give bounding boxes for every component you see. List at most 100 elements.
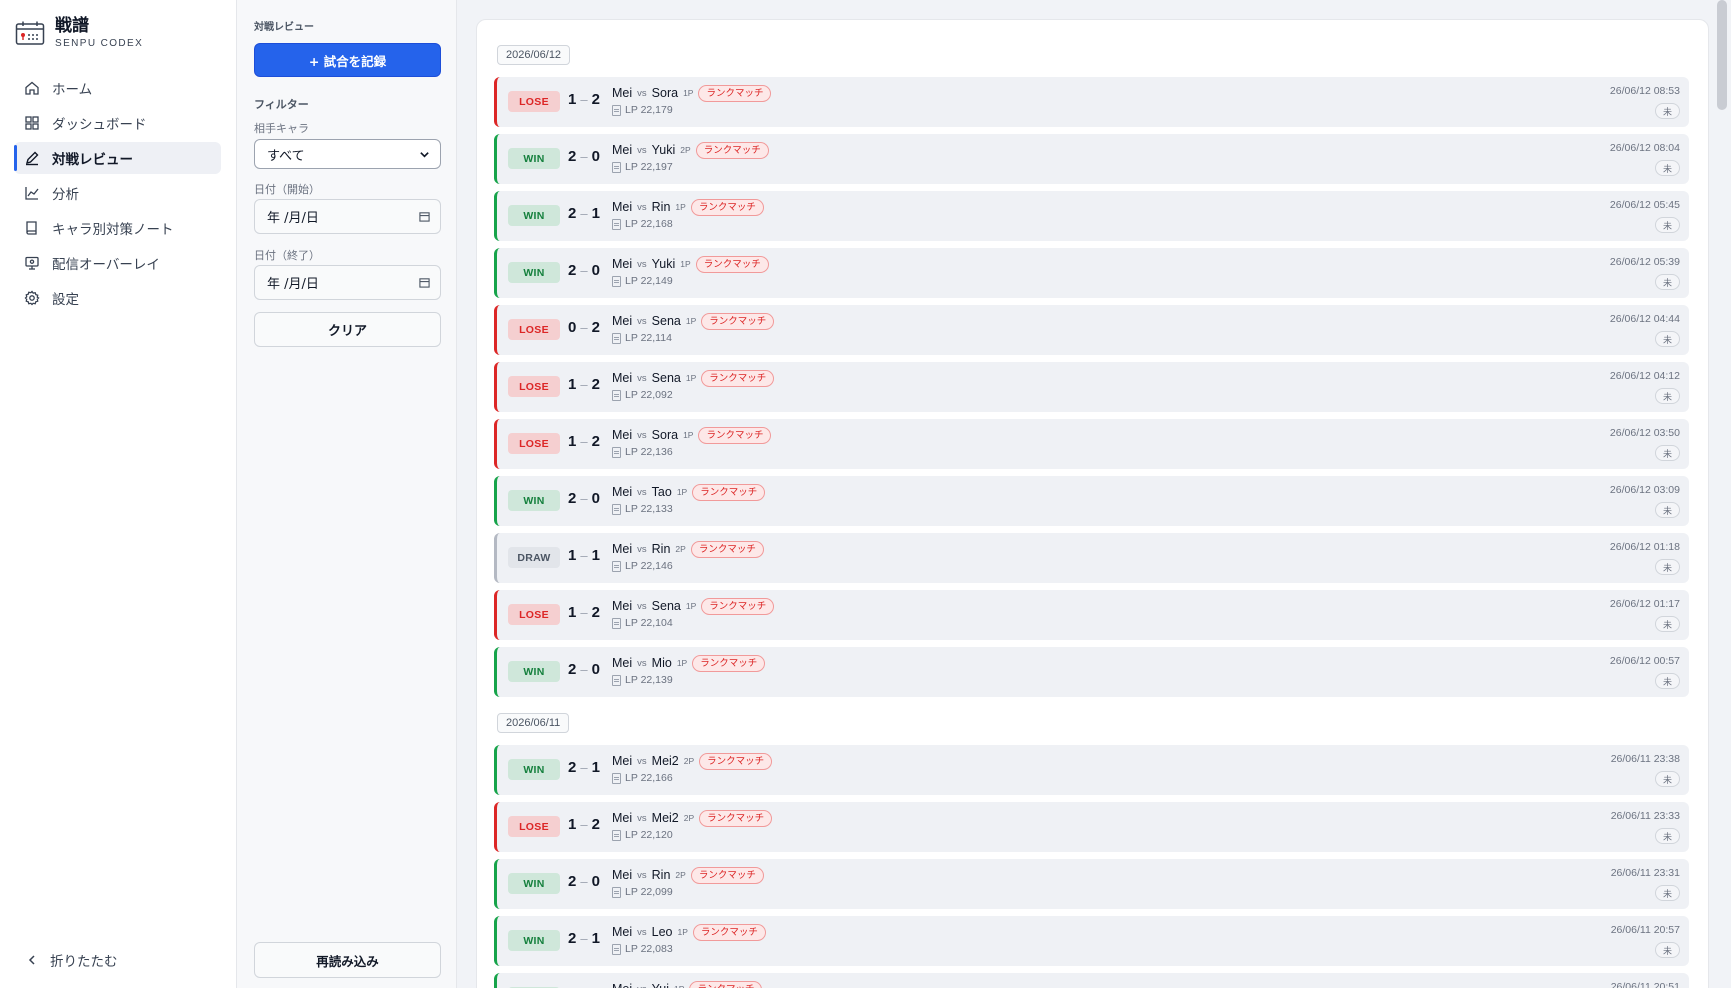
match-timestamp: 26/06/12 05:45 — [1609, 199, 1680, 211]
collapse-button[interactable]: 折りたたむ — [26, 950, 118, 970]
match-row[interactable]: LOSE 1 – 2 Mei vs Sora 1P ランクマッチ LP 22,1… — [494, 77, 1689, 127]
match-type-tag: ランクマッチ — [701, 597, 775, 615]
match-type-tag: ランクマッチ — [701, 369, 775, 387]
match-score: 0 – 2 — [568, 319, 600, 336]
match-row[interactable]: LOSE 1 – 2 Mei vs Sora 1P ランクマッチ LP 22,1… — [494, 419, 1689, 469]
match-row[interactable]: LOSE 1 – 2 Mei vs Sena 1P ランクマッチ LP 22,0… — [494, 362, 1689, 412]
date-end-value: 年 /月/日 — [267, 277, 319, 292]
match-score: 2 – 0 — [568, 661, 600, 678]
match-row[interactable]: LOSE 0 – 2 Mei vs Sena 1P ランクマッチ LP 22,1… — [494, 305, 1689, 355]
side-label: 2P — [675, 544, 686, 554]
chart-line-icon — [25, 187, 39, 200]
match-row[interactable]: WIN 2 – 0 Mei vs Yui 1P ランクマッチ 26/06 — [494, 973, 1689, 988]
sidebar-item-settings[interactable]: 設定 — [14, 282, 221, 314]
opponent-name: Rin — [651, 200, 671, 214]
add-match-button[interactable]: + 試合を記録 — [254, 43, 441, 77]
app-subtitle: SENPU CODEX — [55, 38, 144, 49]
sidebar-item-dashboard[interactable]: ダッシュボード — [14, 107, 221, 139]
score-opponent: 0 — [591, 490, 600, 507]
player-name: Mei — [612, 868, 633, 882]
sidebar-item-match-review[interactable]: 対戦レビュー — [14, 142, 221, 174]
match-row[interactable]: LOSE 1 – 2 Mei vs Sena 1P ランクマッチ LP 22,1… — [494, 590, 1689, 640]
date-end-input[interactable]: 年 /月/日 — [254, 265, 441, 300]
vs-label: vs — [637, 755, 647, 767]
lp-info: LP 22,083 — [612, 943, 673, 955]
match-score: 1 – 2 — [568, 816, 600, 833]
lp-info: LP 22,197 — [612, 161, 673, 173]
matchup: Mei vs Sena 1P ランクマッチ — [612, 312, 775, 330]
opponent-name: Rin — [651, 542, 671, 556]
score-player: 1 — [568, 433, 577, 450]
lp-info: LP 22,136 — [612, 446, 673, 458]
match-timestamp: 26/06/12 08:04 — [1609, 142, 1680, 154]
lp-info: LP 22,099 — [612, 886, 673, 898]
review-status-badge: 未 — [1655, 274, 1680, 290]
score-player: 1 — [568, 91, 577, 108]
lp-value: LP 22,136 — [625, 446, 673, 458]
sidebar-item-character-notes[interactable]: キャラ別対策ノート — [14, 212, 221, 244]
sidebar-item-label: 設定 — [52, 292, 79, 308]
match-row[interactable]: WIN 2 – 1 Mei vs Leo 1P ランクマッチ LP 22,083 — [494, 916, 1689, 966]
lp-value: LP 22,092 — [625, 389, 673, 401]
score-separator: – — [580, 874, 588, 889]
opponent-name: Yuki — [651, 257, 676, 271]
app-title: 戦譜 — [55, 16, 89, 36]
document-icon — [612, 560, 621, 572]
score-player: 1 — [568, 816, 577, 833]
match-timestamp: 26/06/12 00:57 — [1609, 655, 1680, 667]
vs-label: vs — [637, 201, 647, 213]
score-separator: – — [580, 92, 588, 107]
reload-button[interactable]: 再読み込み — [254, 942, 441, 978]
sidebar-item-analysis[interactable]: 分析 — [14, 177, 221, 209]
player-name: Mei — [612, 925, 633, 939]
match-row[interactable]: WIN 2 – 0 Mei vs Mio 1P ランクマッチ LP 22,139 — [494, 647, 1689, 697]
score-separator: – — [580, 931, 588, 946]
match-row[interactable]: LOSE 1 – 2 Mei vs Mei2 2P ランクマッチ LP 22,1… — [494, 802, 1689, 852]
match-row[interactable]: WIN 2 – 0 Mei vs Tao 1P ランクマッチ LP 22,133 — [494, 476, 1689, 526]
filter-panel: 対戦レビュー + 試合を記録 フィルター 相手キャラ すべて 日付（開始） 年 … — [237, 0, 457, 988]
document-icon — [612, 829, 621, 841]
brand[interactable]: 戦譜 SENPU CODEX — [15, 16, 143, 50]
match-row[interactable]: DRAW 1 – 1 Mei vs Rin 2P ランクマッチ LP 22,14… — [494, 533, 1689, 583]
lp-value: LP 22,168 — [625, 218, 673, 230]
side-label: 1P — [674, 984, 684, 988]
match-row[interactable]: WIN 2 – 0 Mei vs Rin 2P ランクマッチ LP 22,099 — [494, 859, 1689, 909]
match-row[interactable]: WIN 2 – 1 Mei vs Rin 1P ランクマッチ LP 22,168 — [494, 191, 1689, 241]
player-name: Mei — [612, 599, 633, 613]
opponent-name: Sena — [651, 314, 681, 328]
score-player: 2 — [568, 148, 577, 165]
document-icon — [612, 332, 621, 344]
monitor-icon — [25, 256, 39, 270]
match-score: 1 – 1 — [568, 547, 600, 564]
lp-value: LP 22,120 — [625, 829, 673, 841]
score-separator: – — [580, 263, 588, 278]
lp-value: LP 22,166 — [625, 772, 673, 784]
player-name: Mei — [612, 143, 633, 157]
vs-label: vs — [637, 984, 647, 988]
player-name: Mei — [612, 982, 632, 988]
chevron-left-icon — [28, 955, 35, 965]
review-status-badge: 未 — [1655, 616, 1680, 632]
match-timestamp: 26/06/11 23:33 — [1610, 810, 1680, 822]
clear-button[interactable]: クリア — [254, 312, 441, 347]
vs-label: vs — [637, 812, 647, 824]
match-row[interactable]: WIN 2 – 0 Mei vs Yuki 1P ランクマッチ LP 22,14… — [494, 248, 1689, 298]
vs-label: vs — [637, 87, 647, 99]
match-score: 1 – 2 — [568, 433, 600, 450]
match-score: 2 – 0 — [568, 262, 600, 279]
score-opponent: 2 — [591, 91, 600, 108]
opponent-select[interactable]: すべて — [254, 139, 441, 169]
match-row[interactable]: WIN 2 – 0 Mei vs Yuki 2P ランクマッチ LP 22,19… — [494, 134, 1689, 184]
sidebar-item-home[interactable]: ホーム — [14, 72, 221, 104]
date-start-input[interactable]: 年 /月/日 — [254, 199, 441, 234]
review-status-badge: 未 — [1655, 942, 1680, 958]
score-player: 2 — [568, 759, 577, 776]
match-type-tag: ランクマッチ — [690, 198, 764, 216]
scrollbar[interactable] — [1717, 0, 1727, 110]
match-row[interactable]: WIN 2 – 1 Mei vs Mei2 2P ランクマッチ LP 22,16… — [494, 745, 1689, 795]
book-icon — [26, 221, 37, 235]
result-badge: LOSE — [508, 319, 560, 340]
side-label: 2P — [675, 870, 686, 880]
score-player: 2 — [568, 205, 577, 222]
sidebar-item-overlay[interactable]: 配信オーバーレイ — [14, 247, 221, 279]
